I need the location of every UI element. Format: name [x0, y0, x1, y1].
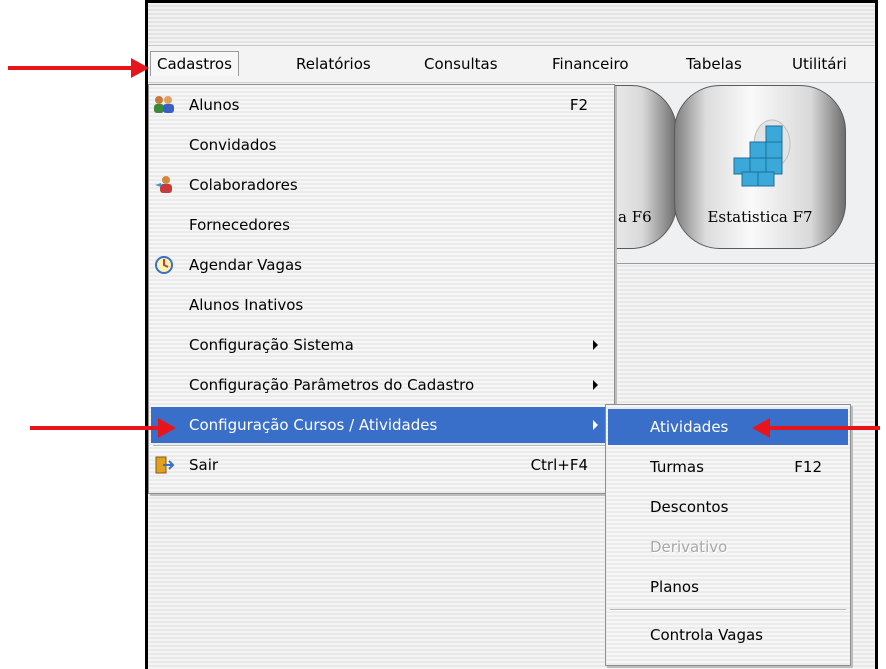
menu-bar: Cadastros Relatórios Consultas Financeir… [148, 46, 875, 83]
menu-item-configuracao-parametros[interactable]: Configuração Parâmetros do Cadastro [151, 367, 612, 403]
submenu-arrow-icon [593, 340, 598, 350]
toolbar-button-estatistica-label: Estatistica F7 [707, 208, 813, 226]
annotation-arrow-atividades [752, 418, 880, 438]
exit-icon [155, 456, 175, 474]
annotation-arrow-cadastros [8, 58, 149, 78]
submenu-item-descontos[interactable]: Descontos [608, 489, 848, 525]
menu-cadastros[interactable]: Cadastros [150, 51, 239, 76]
menu-item-agendar-vagas[interactable]: Agendar Vagas [151, 247, 612, 283]
toolbar-button-estatistica[interactable]: Estatistica F7 [674, 85, 846, 249]
menu-item-sair[interactable]: Sair Ctrl+F4 [151, 447, 612, 483]
submenu-arrow-icon [593, 420, 598, 430]
menu-item-fornecedores[interactable]: Fornecedores [151, 207, 612, 243]
cursos-atividades-submenu: Atividades Turmas F12 Descontos Derivati… [605, 404, 851, 666]
cadastros-dropdown: Alunos F2 Convidados Colaboradores Forne… [148, 84, 615, 494]
menu-utilitarios[interactable]: Utilitári [786, 52, 853, 76]
menu-item-colaboradores[interactable]: Colaboradores [151, 167, 612, 203]
menu-item-convidados[interactable]: Convidados [151, 127, 612, 163]
submenu-item-derivativo: Derivativo [650, 538, 728, 556]
users-icon [154, 96, 174, 113]
toolbar-button-f6-label: a F6 [618, 208, 652, 226]
submenu-item-planos[interactable]: Planos [608, 569, 848, 605]
menu-financeiro[interactable]: Financeiro [546, 52, 635, 76]
menu-separator [610, 609, 846, 611]
menu-relatorios[interactable]: Relatórios [290, 52, 377, 76]
menu-consultas[interactable]: Consultas [418, 52, 504, 76]
submenu-item-turmas[interactable]: Turmas F12 [608, 449, 848, 485]
cube-stack-icon [733, 119, 791, 187]
menu-item-alunos[interactable]: Alunos F2 [151, 87, 612, 123]
title-bar [148, 3, 875, 46]
submenu-arrow-icon [593, 380, 598, 390]
schedule-icon [155, 256, 173, 274]
annotation-arrow-cursos [30, 418, 176, 438]
menu-item-configuracao-cursos-atividades[interactable]: Configuração Cursos / Atividades [151, 407, 612, 443]
menu-item-alunos-inativos[interactable]: Alunos Inativos [151, 287, 612, 323]
menu-tabelas[interactable]: Tabelas [680, 52, 748, 76]
collaborator-icon [155, 176, 172, 193]
menu-item-configuracao-sistema[interactable]: Configuração Sistema [151, 327, 612, 363]
submenu-item-controla-vagas[interactable]: Controla Vagas [608, 617, 848, 653]
